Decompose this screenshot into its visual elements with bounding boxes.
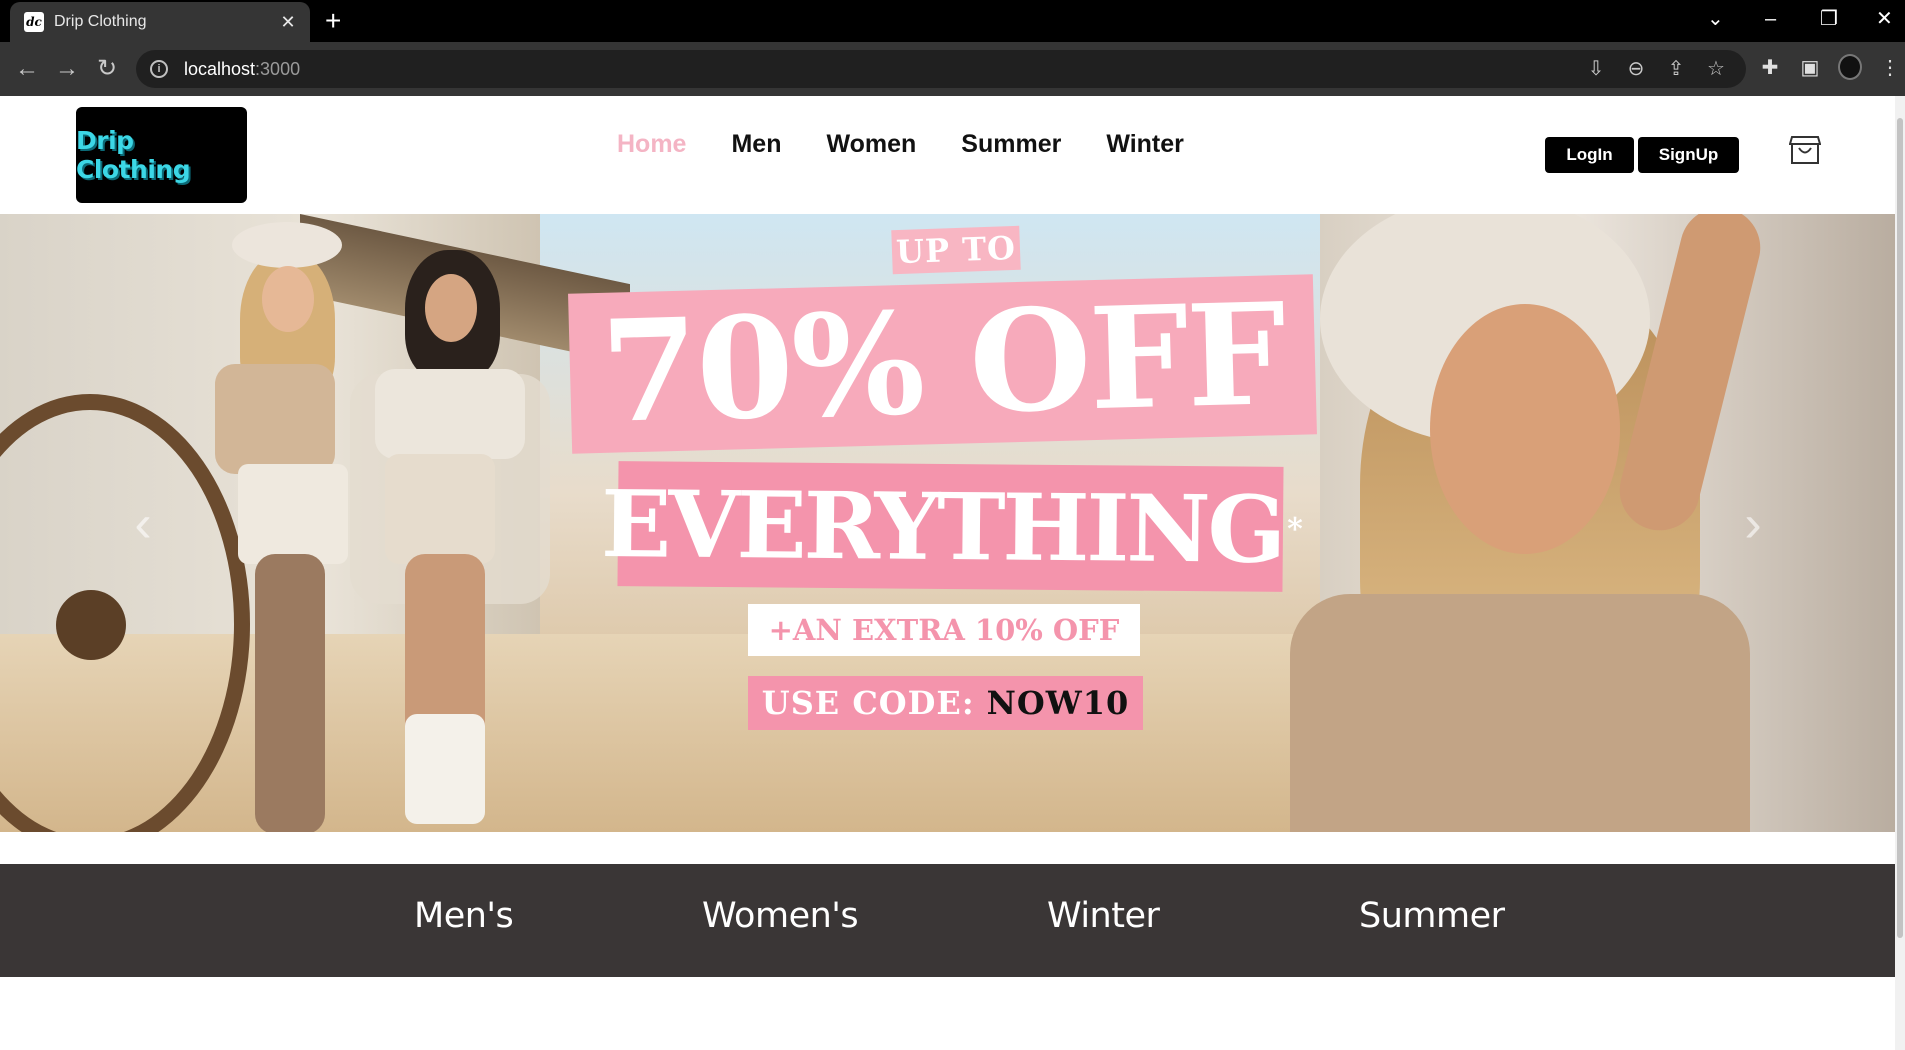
- promo-asterisk: *: [1286, 511, 1301, 547]
- new-tab-button[interactable]: +: [325, 6, 341, 36]
- browser-menu-icon[interactable]: ⋮: [1878, 54, 1902, 88]
- tab-close-icon[interactable]: ✕: [278, 12, 298, 33]
- browser-tab-strip: dc Drip Clothing ✕ + ⌄ – ❐ ✕: [0, 0, 1905, 42]
- promo-code-box: USE CODE: NOW10: [748, 676, 1143, 730]
- profile-avatar[interactable]: [1838, 54, 1862, 88]
- promo-extra-discount: +AN EXTRA 10% OFF: [748, 604, 1140, 656]
- category-bar: Men's Women's Winter Summer: [0, 864, 1895, 977]
- carousel-next-icon[interactable]: ›: [1738, 494, 1768, 554]
- category-summer[interactable]: Summer: [1359, 896, 1505, 936]
- zoom-icon[interactable]: ⊖: [1624, 56, 1648, 82]
- promo-headline: 70% OFF: [568, 273, 1317, 455]
- auth-buttons: LogIn SignUp: [1545, 137, 1739, 173]
- close-window-icon[interactable]: ✕: [1876, 6, 1893, 32]
- promo-code-prefix: USE CODE:: [761, 684, 975, 722]
- browser-toolbar: ← → ↻ i localhost:3000 ⇩ ⊖ ⇪ ☆ ✚ ▣ ⋮: [0, 42, 1905, 96]
- nav-summer[interactable]: Summer: [961, 130, 1061, 159]
- category-mens[interactable]: Men's: [414, 896, 514, 936]
- site-header: Drip Clothing Home Men Women Summer Wint…: [0, 96, 1905, 214]
- url-port: :3000: [255, 58, 301, 79]
- site-favicon-icon: dc: [24, 12, 44, 32]
- promo-everything-text: EVERYTHING: [600, 469, 1284, 584]
- shopping-bag-icon[interactable]: [1789, 135, 1821, 165]
- bookmark-star-icon[interactable]: ☆: [1704, 56, 1728, 82]
- nav-men[interactable]: Men: [731, 130, 781, 159]
- back-icon[interactable]: ←: [12, 54, 42, 84]
- nav-winter[interactable]: Winter: [1106, 130, 1184, 159]
- carousel-prev-icon[interactable]: ‹: [128, 494, 158, 554]
- promo-upto: UP TO: [891, 225, 1021, 275]
- minimize-icon[interactable]: –: [1765, 6, 1776, 32]
- restore-icon[interactable]: ❐: [1820, 6, 1838, 32]
- promo-code: NOW10: [986, 684, 1130, 722]
- reload-icon[interactable]: ↻: [92, 54, 122, 84]
- signup-button[interactable]: SignUp: [1638, 137, 1739, 173]
- tab-title: Drip Clothing: [54, 13, 147, 30]
- site-logo[interactable]: Drip Clothing: [76, 107, 247, 203]
- logo-text: Drip Clothing: [76, 126, 191, 184]
- scrollbar-thumb[interactable]: [1897, 118, 1903, 938]
- nav-women[interactable]: Women: [826, 130, 916, 159]
- address-bar[interactable]: i localhost:3000 ⇩ ⊖ ⇪ ☆: [136, 50, 1746, 88]
- site-info-icon[interactable]: i: [150, 60, 168, 78]
- share-icon[interactable]: ⇪: [1664, 56, 1688, 82]
- forward-icon[interactable]: →: [52, 54, 82, 84]
- promo-subheadline: EVERYTHING *: [601, 461, 1300, 592]
- category-womens[interactable]: Women's: [702, 896, 859, 936]
- extensions-icon[interactable]: ✚: [1758, 54, 1782, 88]
- hero-banner[interactable]: UP TO 70% OFF EVERYTHING * +AN EXTRA 10% …: [0, 214, 1895, 832]
- url-host: localhost: [184, 58, 256, 79]
- url-text[interactable]: localhost:3000: [184, 59, 300, 80]
- main-nav: Home Men Women Summer Winter: [617, 130, 1229, 159]
- login-button[interactable]: LogIn: [1545, 137, 1634, 173]
- side-panel-icon[interactable]: ▣: [1798, 54, 1822, 88]
- nav-home[interactable]: Home: [617, 130, 686, 159]
- category-winter[interactable]: Winter: [1047, 896, 1160, 936]
- browser-tab[interactable]: dc Drip Clothing ✕: [10, 2, 310, 42]
- install-app-icon[interactable]: ⇩: [1584, 56, 1608, 82]
- tab-search-chevron-icon[interactable]: ⌄: [1707, 6, 1724, 32]
